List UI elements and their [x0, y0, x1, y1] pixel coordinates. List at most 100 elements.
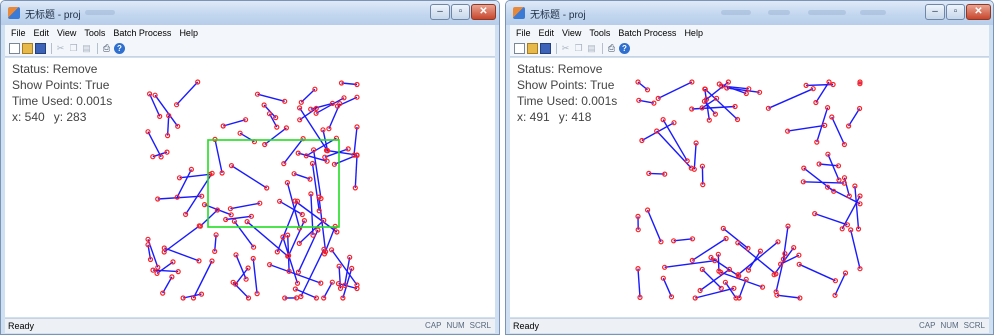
- segment-endpoint: [312, 86, 318, 92]
- line-segment: [176, 81, 199, 106]
- line-segment: [164, 247, 200, 262]
- line-segment: [323, 281, 333, 299]
- cut-icon[interactable]: ✂: [55, 43, 66, 54]
- scrl-indicator: SCRL: [469, 321, 491, 330]
- line-segment: [166, 115, 170, 136]
- drawing-canvas[interactable]: Status: Remove Show Points: True Time Us…: [510, 58, 989, 317]
- open-folder-icon[interactable]: [22, 43, 33, 54]
- paste-icon[interactable]: ▤: [586, 43, 597, 54]
- num-indicator: NUM: [446, 321, 465, 330]
- app-window-left: 无标题 - proj – ▫ ✕ File Edit View Tools Ba…: [0, 0, 500, 335]
- cap-indicator: CAP: [918, 321, 936, 330]
- segment-endpoint: [697, 287, 703, 294]
- menu-file[interactable]: File: [11, 28, 26, 38]
- line-segment: [776, 294, 800, 299]
- maximize-button[interactable]: ▫: [451, 4, 470, 20]
- copy-icon[interactable]: ❐: [573, 43, 584, 54]
- segment-endpoint: [725, 79, 731, 85]
- title-bar[interactable]: 无标题 - proj – ▫ ✕: [506, 1, 993, 25]
- toolbar: ✂ ❐ ▤ ⎙ ?: [510, 41, 989, 57]
- segment-endpoint: [724, 85, 730, 91]
- menu-bar: File Edit View Tools Batch Process Help: [5, 25, 495, 41]
- line-segment: [232, 281, 249, 299]
- line-segment: [282, 236, 299, 284]
- cut-icon[interactable]: ✂: [560, 43, 571, 54]
- line-segment: [850, 229, 861, 269]
- menu-help[interactable]: Help: [179, 28, 198, 38]
- line-segment: [768, 88, 814, 109]
- line-segment: [162, 276, 173, 294]
- close-button[interactable]: ✕: [966, 4, 991, 20]
- line-segment: [787, 124, 825, 132]
- segment-endpoint: [636, 97, 642, 103]
- line-segment: [299, 107, 328, 151]
- time-used-line: Time Used: 0.001s: [12, 94, 113, 108]
- line-segment: [664, 260, 715, 268]
- menu-view[interactable]: View: [57, 28, 76, 38]
- toolbar-separator: [602, 43, 603, 54]
- menu-edit[interactable]: Edit: [539, 28, 555, 38]
- paste-icon[interactable]: ▤: [81, 43, 92, 54]
- key-indicators: CAP NUM SCRL: [914, 321, 985, 330]
- segment-endpoint: [646, 170, 652, 177]
- line-segment: [287, 220, 306, 256]
- menu-file[interactable]: File: [516, 28, 531, 38]
- status-ready: Ready: [513, 321, 540, 331]
- toolbar: ✂ ❐ ▤ ⎙ ?: [5, 41, 495, 57]
- app-icon: [8, 7, 20, 19]
- blurred-title-fragment: [860, 10, 886, 15]
- print-icon[interactable]: ⎙: [606, 43, 617, 54]
- segment-endpoint: [281, 160, 287, 167]
- toolbar-separator: [51, 43, 52, 54]
- line-segment: [154, 94, 179, 127]
- menu-help[interactable]: Help: [684, 28, 703, 38]
- drawing-canvas[interactable]: Status: Remove Show Points: True Time Us…: [5, 58, 495, 317]
- line-segment: [231, 165, 268, 189]
- line-segment: [163, 225, 200, 253]
- new-file-icon[interactable]: [514, 43, 525, 54]
- new-file-icon[interactable]: [9, 43, 20, 54]
- menu-batch-process[interactable]: Batch Process: [618, 28, 676, 38]
- menu-tools[interactable]: Tools: [589, 28, 610, 38]
- line-segment: [269, 263, 322, 284]
- line-segment: [657, 81, 693, 100]
- cursor-x: x: 540: [12, 110, 45, 124]
- help-icon[interactable]: ?: [619, 43, 630, 54]
- close-button[interactable]: ✕: [471, 4, 496, 20]
- menu-batch-process[interactable]: Batch Process: [113, 28, 171, 38]
- title-bar[interactable]: 无标题 - proj – ▫ ✕: [1, 1, 499, 25]
- segment-endpoint: [152, 92, 158, 98]
- line-segment: [300, 88, 316, 103]
- line-segment: [223, 119, 246, 127]
- menu-view[interactable]: View: [562, 28, 581, 38]
- open-folder-icon[interactable]: [527, 43, 538, 54]
- line-segment: [179, 173, 211, 179]
- cap-indicator: CAP: [424, 321, 442, 330]
- menu-edit[interactable]: Edit: [34, 28, 50, 38]
- line-segment: [662, 119, 688, 162]
- blurred-title-fragment: [721, 10, 751, 15]
- segment-endpoint: [689, 257, 695, 263]
- segment-endpoint: [810, 86, 816, 92]
- info-overlay: Status: Remove Show Points: True Time Us…: [12, 61, 112, 125]
- segment-endpoint: [796, 261, 802, 267]
- segment-endpoint: [662, 171, 668, 177]
- minimize-button[interactable]: –: [430, 4, 450, 20]
- toolbar-separator: [97, 43, 98, 54]
- app-icon: [513, 7, 525, 19]
- menu-tools[interactable]: Tools: [84, 28, 105, 38]
- line-segment: [662, 277, 673, 298]
- cursor-x: x: 491: [517, 110, 550, 124]
- line-segment: [691, 105, 736, 110]
- cursor-y: y: 283: [53, 110, 87, 124]
- line-segment: [252, 258, 258, 294]
- copy-icon[interactable]: ❐: [68, 43, 79, 54]
- minimize-button[interactable]: –: [925, 4, 945, 20]
- print-icon[interactable]: ⎙: [101, 43, 112, 54]
- line-segment: [230, 202, 260, 210]
- save-disk-icon[interactable]: [540, 43, 551, 54]
- line-segment: [738, 279, 747, 299]
- help-icon[interactable]: ?: [114, 43, 125, 54]
- maximize-button[interactable]: ▫: [946, 4, 965, 20]
- save-disk-icon[interactable]: [35, 43, 46, 54]
